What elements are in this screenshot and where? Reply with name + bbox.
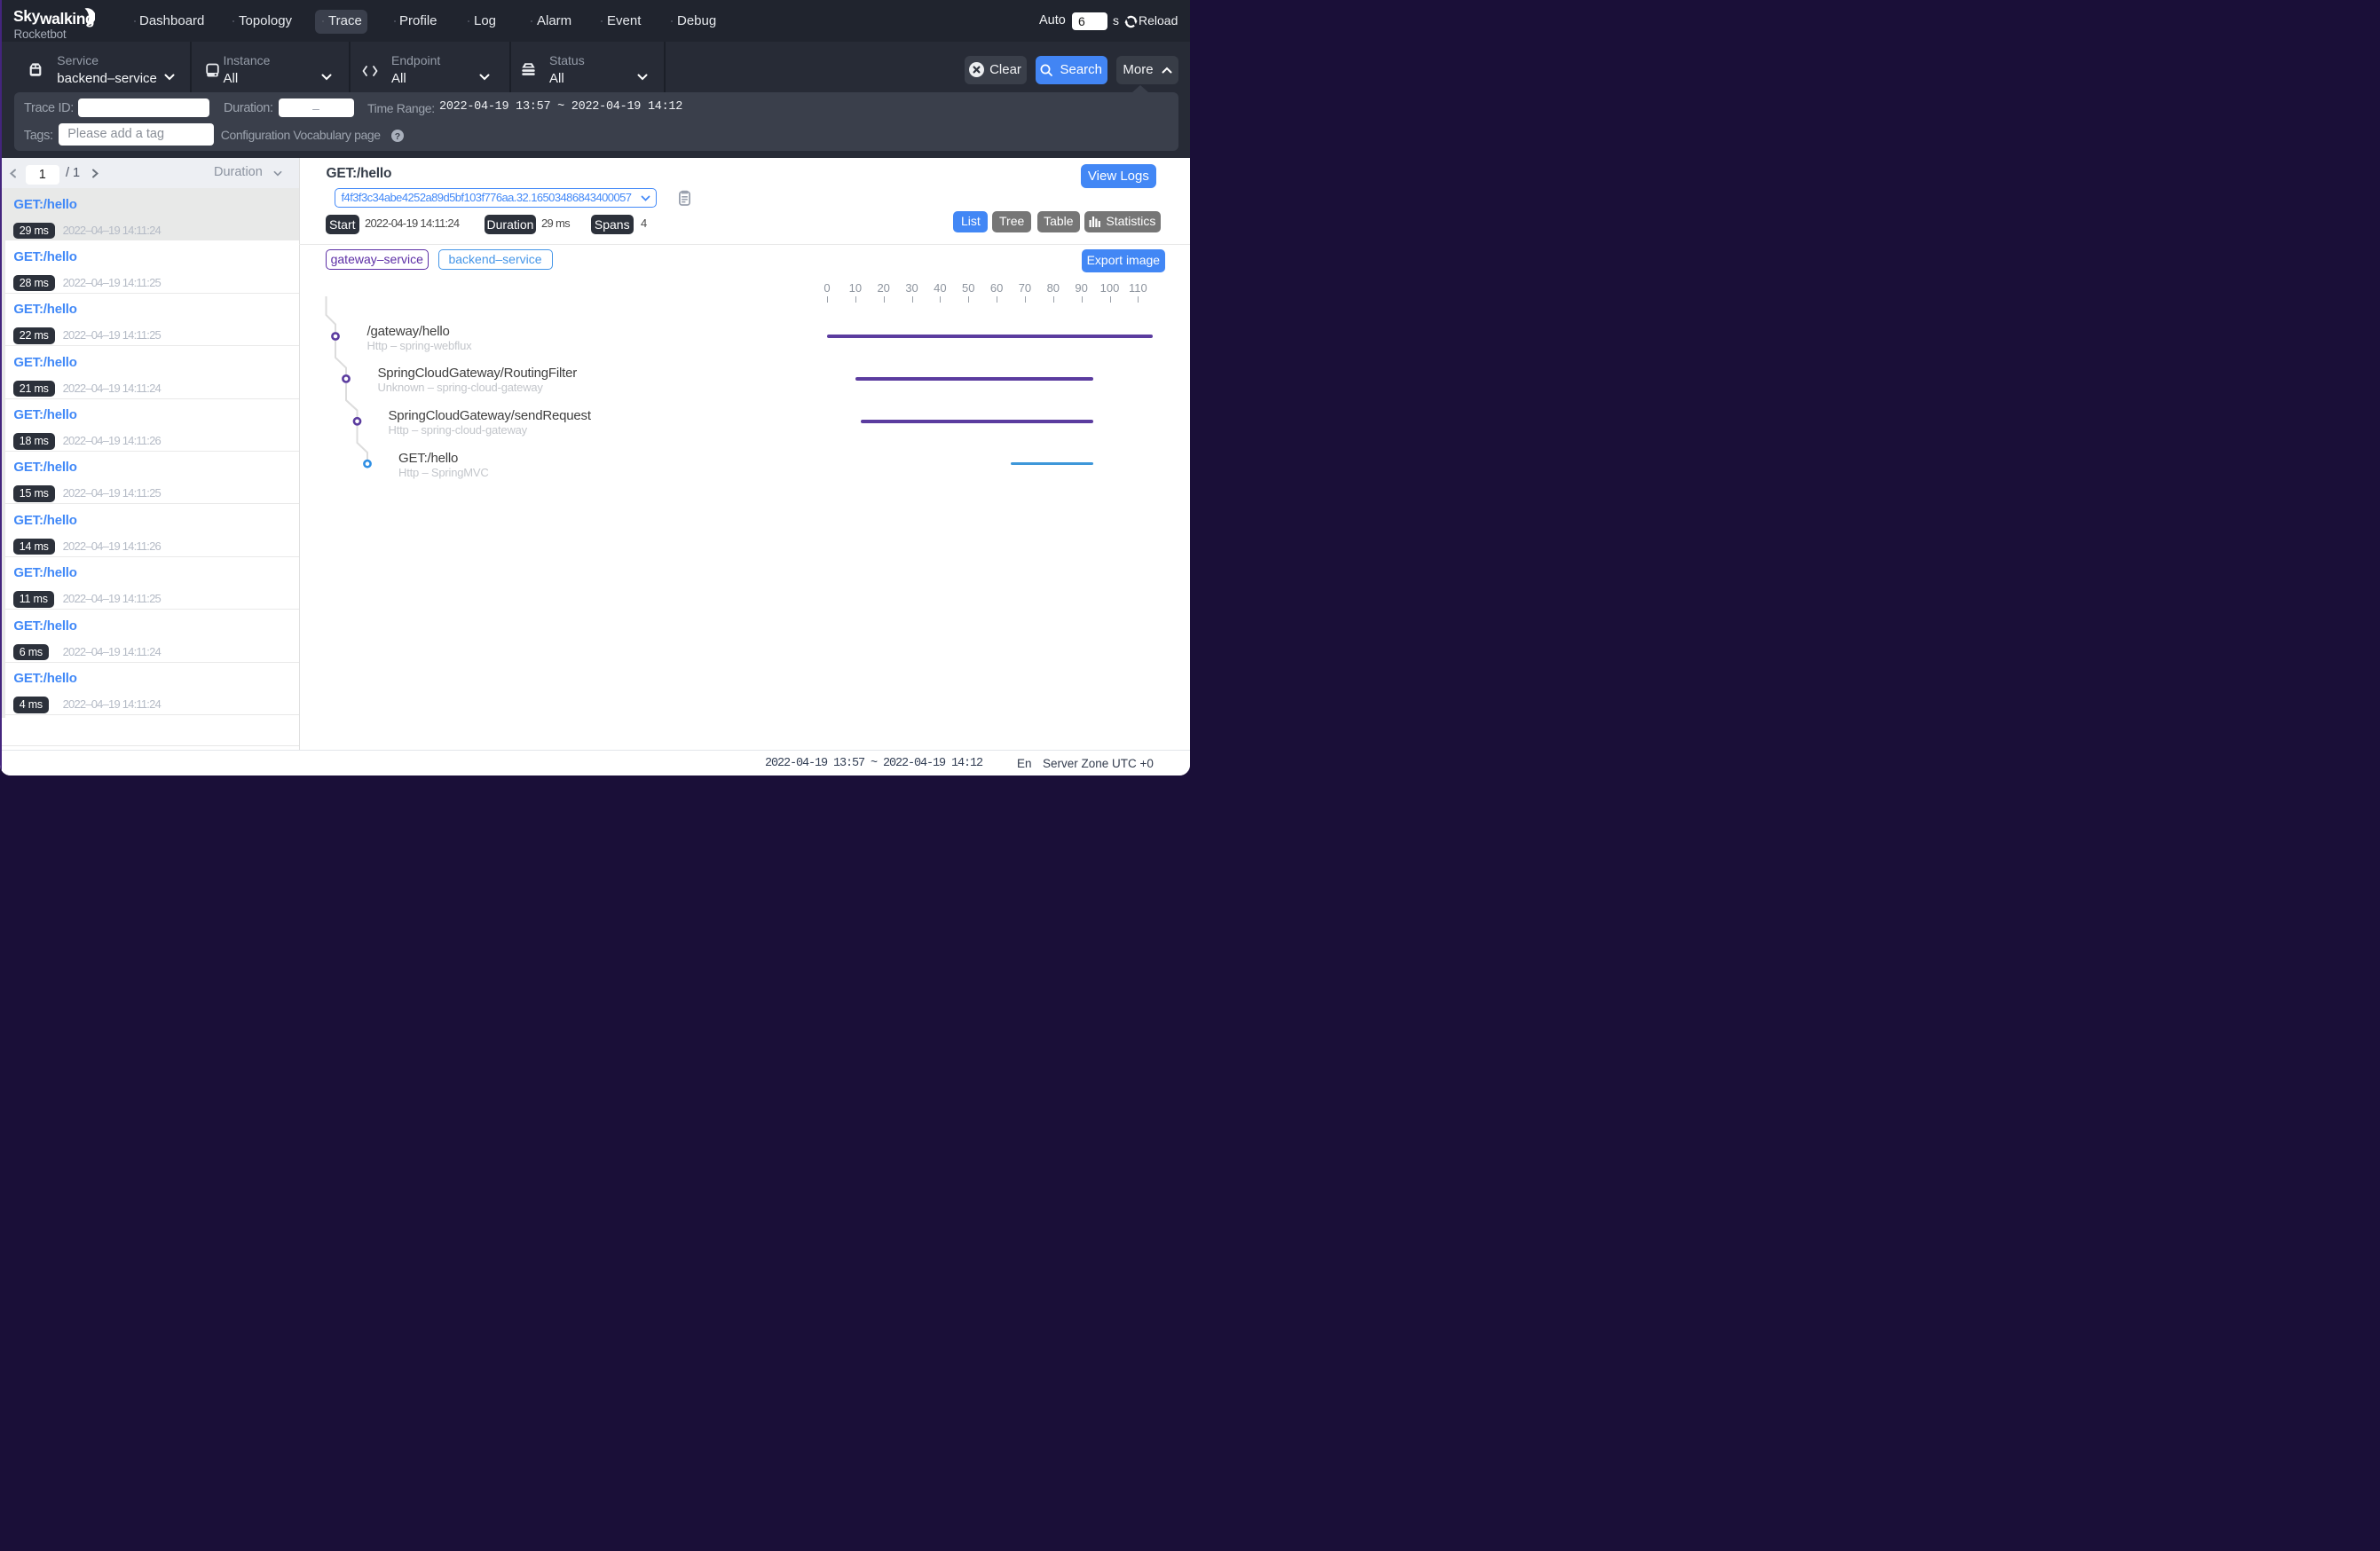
svg-text:?: ?: [395, 130, 400, 141]
